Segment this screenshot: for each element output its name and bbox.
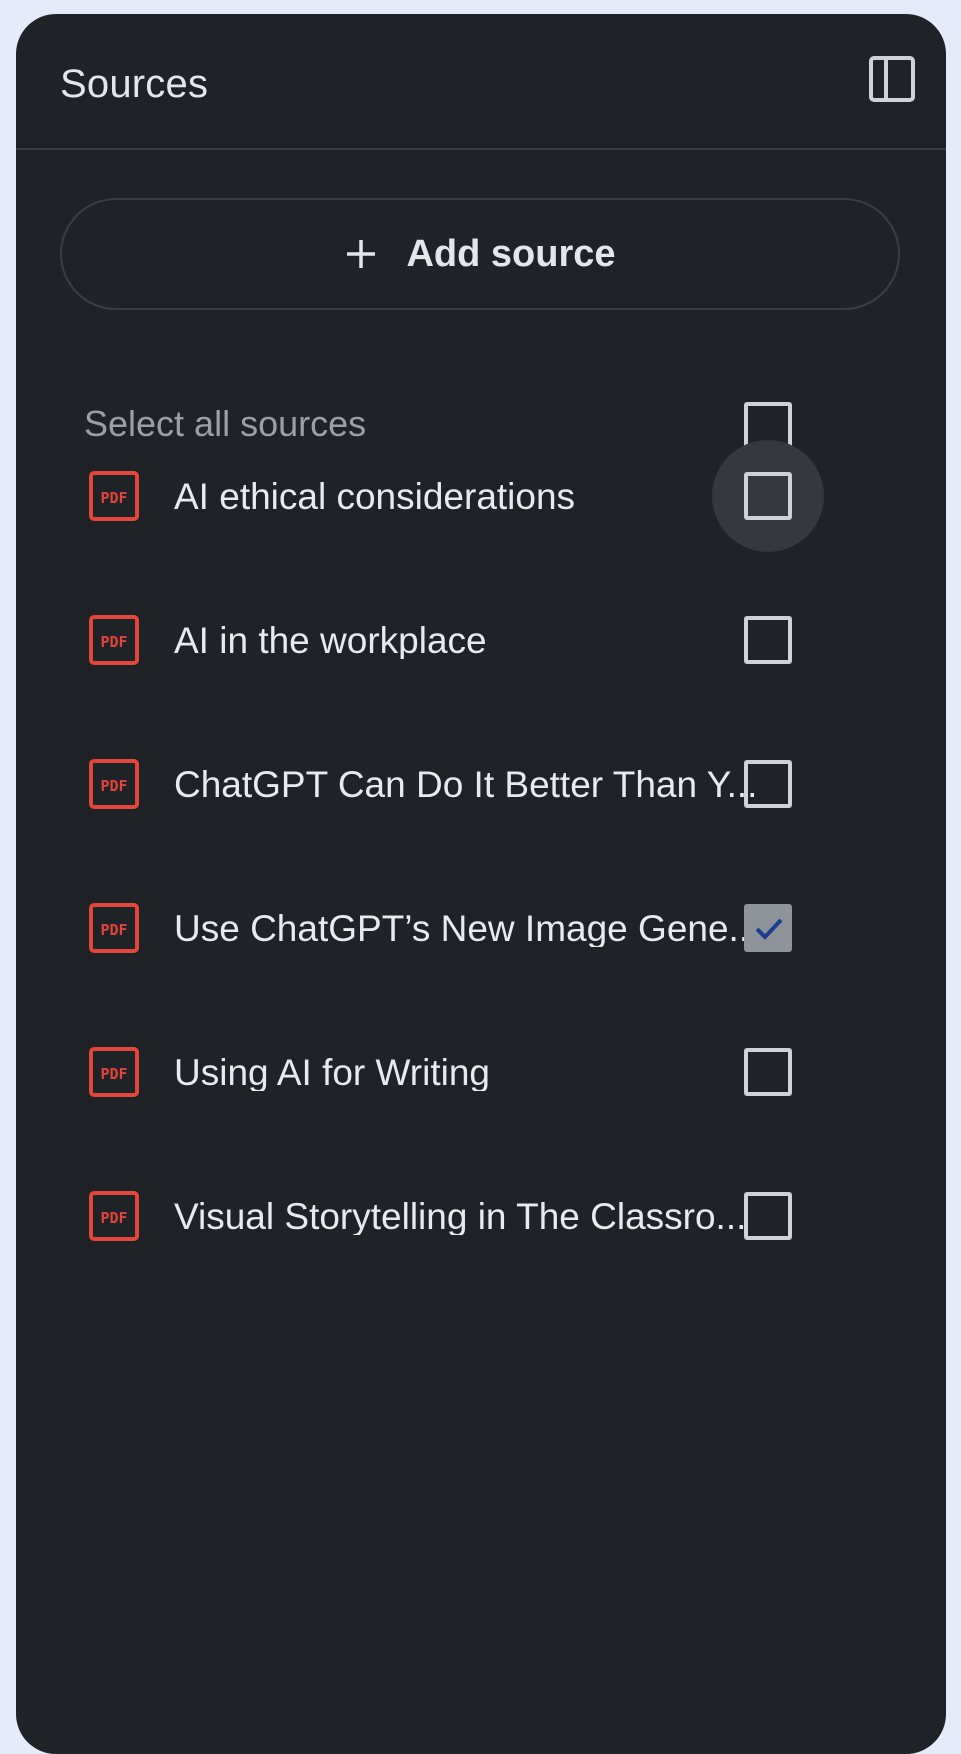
svg-text:PDF: PDF: [100, 489, 127, 507]
source-item[interactable]: PDF ChatGPT Can Do It Better Than Y...: [16, 734, 946, 834]
sources-panel: Sources Add source Select all sources PD…: [16, 14, 946, 1754]
pdf-icon: PDF: [88, 470, 140, 522]
source-title: ChatGPT Can Do It Better Than Y...: [174, 766, 758, 803]
source-item[interactable]: PDF AI ethical considerations: [16, 440, 946, 552]
source-item[interactable]: PDF Use ChatGPT’s New Image Gene...: [16, 878, 946, 978]
check-icon: [755, 918, 783, 940]
source-title: Use ChatGPT’s New Image Gene...: [174, 910, 760, 947]
source-item[interactable]: PDF AI in the workplace: [16, 590, 946, 690]
source-item[interactable]: PDF Using AI for Writing: [16, 1022, 946, 1122]
svg-text:PDF: PDF: [100, 777, 127, 795]
source-checkbox[interactable]: [744, 904, 792, 952]
source-item[interactable]: PDF Visual Storytelling in The Classro...: [16, 1166, 946, 1266]
pdf-icon: PDF: [88, 1046, 140, 1098]
source-checkbox[interactable]: [744, 760, 792, 808]
select-all-label: Select all sources: [84, 403, 367, 444]
collapse-panel-button[interactable]: [864, 51, 920, 107]
panel-header: Sources: [16, 14, 946, 150]
add-source-label: Add source: [406, 233, 616, 275]
source-title: AI in the workplace: [174, 622, 487, 659]
add-source-button[interactable]: Add source: [60, 198, 900, 310]
pdf-icon: PDF: [88, 758, 140, 810]
source-checkbox[interactable]: [744, 616, 792, 664]
source-checkbox[interactable]: [744, 1192, 792, 1240]
pdf-icon: PDF: [88, 614, 140, 666]
svg-text:PDF: PDF: [100, 1065, 127, 1083]
source-title: Visual Storytelling in The Classro...: [174, 1198, 747, 1235]
source-checkbox[interactable]: [744, 472, 792, 520]
svg-text:PDF: PDF: [100, 633, 127, 651]
svg-text:PDF: PDF: [100, 1209, 127, 1227]
pdf-icon: PDF: [88, 1190, 140, 1242]
sidebar-collapse-icon: [869, 56, 915, 102]
panel-title: Sources: [60, 62, 209, 106]
source-title: Using AI for Writing: [174, 1054, 490, 1091]
plus-icon: [344, 237, 378, 271]
source-checkbox[interactable]: [744, 1048, 792, 1096]
pdf-icon: PDF: [88, 902, 140, 954]
svg-text:PDF: PDF: [100, 921, 127, 939]
